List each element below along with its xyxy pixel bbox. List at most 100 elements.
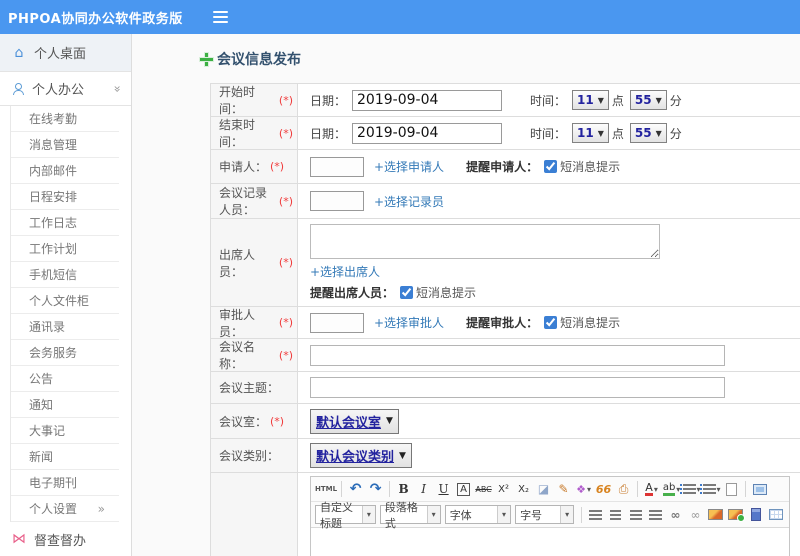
recorder-input[interactable] (310, 191, 364, 211)
meeting-room-select[interactable]: 默认会议室 ▼ (310, 408, 399, 434)
image-button[interactable] (706, 506, 725, 524)
field-label: 会议主题： (219, 381, 280, 395)
new-page-button[interactable] (722, 480, 741, 498)
applicant-input[interactable] (310, 156, 364, 177)
heading-select[interactable]: 自定义标题 ▾ (315, 501, 376, 530)
pick-recorder-link[interactable]: +选择记录员 (374, 193, 444, 210)
unordered-list-button[interactable]: ▾ (699, 480, 721, 498)
justify-button[interactable] (646, 506, 665, 524)
meeting-category-select[interactable]: 默认会议类别 ▼ (310, 443, 412, 468)
remove-format-button[interactable]: A (457, 482, 470, 496)
font-family-select[interactable]: 字体 ▾ (444, 505, 512, 524)
hamburger-menu-icon[interactable] (212, 11, 228, 23)
meeting-subject-input[interactable] (310, 377, 725, 398)
applicant-sms-checkbox[interactable] (544, 160, 558, 173)
field-label: 申请人： (219, 160, 268, 174)
remind-applicant-label: 提醒申请人： (466, 160, 539, 174)
align-left-icon (589, 509, 602, 520)
required-mark: (*) (270, 160, 285, 173)
sidebar-item-work-log[interactable]: 工作日志 (11, 210, 119, 236)
sidebar-item-office[interactable]: 个人办公 » (0, 72, 131, 106)
end-minute-select[interactable]: 55 ▼ (629, 123, 667, 143)
ordered-list-icon (679, 484, 696, 494)
eraser-icon[interactable]: ◪ (534, 480, 553, 498)
superscript-button[interactable]: X² (494, 480, 513, 498)
blockquote-button[interactable]: 66 (594, 480, 613, 498)
italic-button[interactable]: I (414, 480, 433, 498)
editor-content-area[interactable] (311, 527, 789, 556)
font-size-select[interactable]: 字号 ▾ (515, 505, 575, 524)
sidebar-item-e-journal[interactable]: 电子期刊 (11, 470, 119, 496)
approver-input[interactable] (310, 312, 364, 333)
rich-text-editor: HTML ↶ ↷ B I U A ABC X² X₂ ◪ ✎ ❖ ▾ 66 ⎙ … (310, 476, 790, 556)
highlight-color-button[interactable]: ab ▾ (662, 480, 681, 498)
subscript-button[interactable]: X₂ (514, 480, 533, 498)
format-brush-icon[interactable]: ✎ (554, 480, 573, 498)
strikethrough-button[interactable]: ABC (474, 480, 493, 498)
sidebar-item-schedule[interactable]: 日程安排 (11, 184, 119, 210)
paste-from-word-icon[interactable]: ⎙ (614, 480, 633, 498)
sidebar-item-memorabilia[interactable]: 大事记 (11, 418, 119, 444)
align-left-button[interactable] (586, 506, 605, 524)
meeting-form: 开始时间： (*) 日期： 时间： 11▼ 点 55▼ 分 结束时间： (*) 日期… (210, 83, 800, 556)
sidebar-item-messages[interactable]: 消息管理 (11, 132, 119, 158)
attendees-sms-checkbox[interactable] (400, 286, 414, 299)
sms-label: 短消息提示 (560, 316, 621, 330)
align-center-button[interactable] (606, 506, 625, 524)
sidebar-item-label: 个人办公 (32, 83, 85, 98)
pick-applicant-link[interactable]: +选择申请人 (374, 158, 444, 175)
sidebar-item-supervise[interactable]: ⋈ 督查督办 » (0, 522, 790, 556)
sidebar-item-meeting-service[interactable]: 会务服务 (11, 340, 119, 366)
person-icon (12, 82, 24, 95)
start-date-input[interactable] (352, 89, 503, 111)
field-label: 出席人员： (219, 247, 256, 279)
font-color-button[interactable]: A ▾ (642, 480, 661, 498)
paragraph-format-select[interactable]: 段落格式 ▾ (379, 501, 441, 530)
hr-button[interactable] (746, 506, 765, 524)
sidebar-item-announcement[interactable]: 公告 (11, 366, 119, 392)
underline-button[interactable]: U (434, 480, 453, 498)
sidebar-submenu: 在线考勤 消息管理 内部邮件 日程安排 工作日志 工作计划 手机短信 个人文件柜… (10, 106, 131, 522)
undo-icon[interactable]: ↶ (346, 480, 365, 498)
image-icon (708, 509, 723, 520)
align-center-icon (610, 509, 621, 520)
table-button[interactable] (766, 506, 785, 524)
pick-approver-link[interactable]: +选择审批人 (374, 314, 444, 331)
fullscreen-button[interactable] (750, 480, 769, 498)
html-source-button[interactable]: HTML (315, 480, 337, 498)
attendees-textarea[interactable] (310, 224, 660, 259)
hour-unit: 点 (611, 126, 624, 141)
sidebar-item-file-cabinet[interactable]: 个人文件柜 (11, 288, 119, 314)
redo-icon[interactable]: ↷ (366, 480, 385, 498)
field-label: 开始时间： (219, 85, 256, 116)
sidebar-item-attendance[interactable]: 在线考勤 (11, 106, 119, 132)
approver-sms-checkbox[interactable] (544, 316, 558, 329)
align-right-button[interactable] (626, 506, 645, 524)
start-minute-select[interactable]: 55 ▼ (629, 90, 667, 110)
end-date-input[interactable] (352, 122, 503, 144)
sidebar-item-desktop[interactable]: ⌂ 个人桌面 (0, 34, 131, 72)
unlink-icon[interactable]: ∞ (686, 506, 705, 524)
hour-unit: 点 (611, 93, 624, 108)
style-painter-button[interactable]: ❖ ▾ (574, 480, 593, 498)
bold-button[interactable]: B (394, 480, 413, 498)
supervise-icon: ⋈ (12, 531, 26, 547)
sidebar-item-sms[interactable]: 手机短信 (11, 262, 119, 288)
sidebar-item-personal-settings[interactable]: 个人设置 » (11, 496, 119, 522)
field-label: 结束时间： (219, 118, 256, 149)
meeting-name-input[interactable] (310, 344, 725, 366)
sidebar-item-internal-mail[interactable]: 内部邮件 (11, 158, 119, 184)
sidebar-item-news[interactable]: 新闻 (11, 444, 119, 470)
end-hour-select[interactable]: 11 ▼ (572, 123, 609, 143)
sidebar-item-notice[interactable]: 通知 (11, 392, 119, 418)
sidebar-item-work-plan[interactable]: 工作计划 (11, 236, 119, 262)
insert-image-button[interactable] (726, 506, 745, 524)
link-icon[interactable]: ∞ (666, 506, 685, 524)
start-hour-select[interactable]: 11 ▼ (572, 90, 609, 110)
form-row-start-time: 开始时间： (*) 日期： 时间： 11▼ 点 55▼ 分 (211, 84, 800, 117)
sidebar-item-contacts[interactable]: 通讯录 (11, 314, 119, 340)
ordered-list-button[interactable]: ▾ (679, 480, 701, 498)
form-row-meeting-category: 会议类别： 默认会议类别 ▼ (211, 439, 800, 473)
pick-attendees-link[interactable]: +选择出席人 (310, 263, 380, 280)
hr-icon (750, 508, 761, 521)
